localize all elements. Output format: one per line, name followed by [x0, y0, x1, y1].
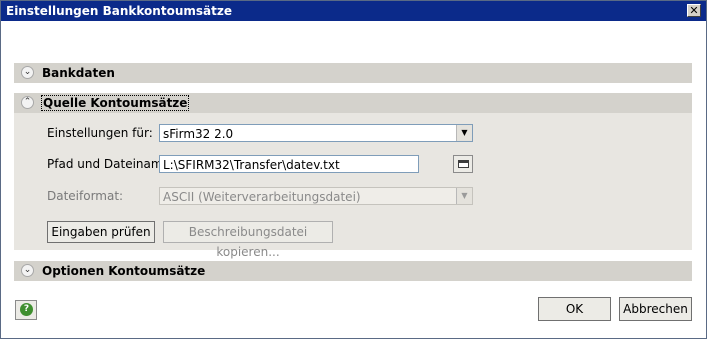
- pfad-label: Pfad und Dateiname:: [47, 157, 174, 171]
- format-label: Dateiformat:: [47, 189, 124, 203]
- format-select[interactable]: ASCII (Weiterverarbeitungsdatei) ▼: [159, 187, 473, 205]
- beschreibungsdatei-kopieren-button[interactable]: Beschreibungsdatei kopieren...: [163, 221, 333, 259]
- eingaben-pruefen-button[interactable]: Eingaben prüfen: [47, 221, 155, 243]
- section-quelle-header[interactable]: ⌃ Quelle Kontoumsätze: [14, 93, 692, 113]
- einstellungen-select[interactable]: sFirm32 2.0 ▼: [159, 124, 473, 142]
- ok-button[interactable]: OK: [538, 297, 611, 321]
- title-bar[interactable]: Einstellungen Bankkontoumsätze ✕: [1, 1, 706, 21]
- chevron-down-icon[interactable]: ▼: [456, 125, 472, 141]
- chevron-up-icon[interactable]: ⌃: [21, 96, 34, 109]
- section-optionen-label: Optionen Kontoumsätze: [42, 264, 206, 278]
- format-value: ASCII (Weiterverarbeitungsdatei): [163, 190, 361, 204]
- pfad-value: L:\SFIRM32\Transfer\datev.txt: [163, 158, 340, 172]
- help-icon: ?: [20, 303, 33, 316]
- browse-button[interactable]: [453, 155, 473, 173]
- close-icon[interactable]: ✕: [687, 4, 701, 17]
- help-button[interactable]: ?: [15, 300, 37, 320]
- section-quelle-label: Quelle Kontoumsätze: [40, 95, 190, 111]
- window-title: Einstellungen Bankkontoumsätze: [6, 4, 232, 18]
- chevron-down-icon[interactable]: ⌄: [21, 264, 34, 277]
- section-bankdaten-header[interactable]: ⌄ Bankdaten: [14, 63, 692, 83]
- section-optionen-header[interactable]: ⌄ Optionen Kontoumsätze: [14, 261, 692, 281]
- abbrechen-button[interactable]: Abbrechen: [619, 297, 692, 321]
- chevron-down-icon[interactable]: ▼: [456, 188, 472, 204]
- pfad-input[interactable]: L:\SFIRM32\Transfer\datev.txt: [159, 155, 419, 173]
- section-bankdaten-label: Bankdaten: [42, 66, 115, 80]
- chevron-down-icon[interactable]: ⌄: [21, 66, 34, 79]
- einstellungen-label: Einstellungen für:: [47, 126, 153, 140]
- einstellungen-value: sFirm32 2.0: [163, 127, 234, 141]
- folder-icon: [458, 160, 469, 168]
- redacted-area: [225, 24, 480, 50]
